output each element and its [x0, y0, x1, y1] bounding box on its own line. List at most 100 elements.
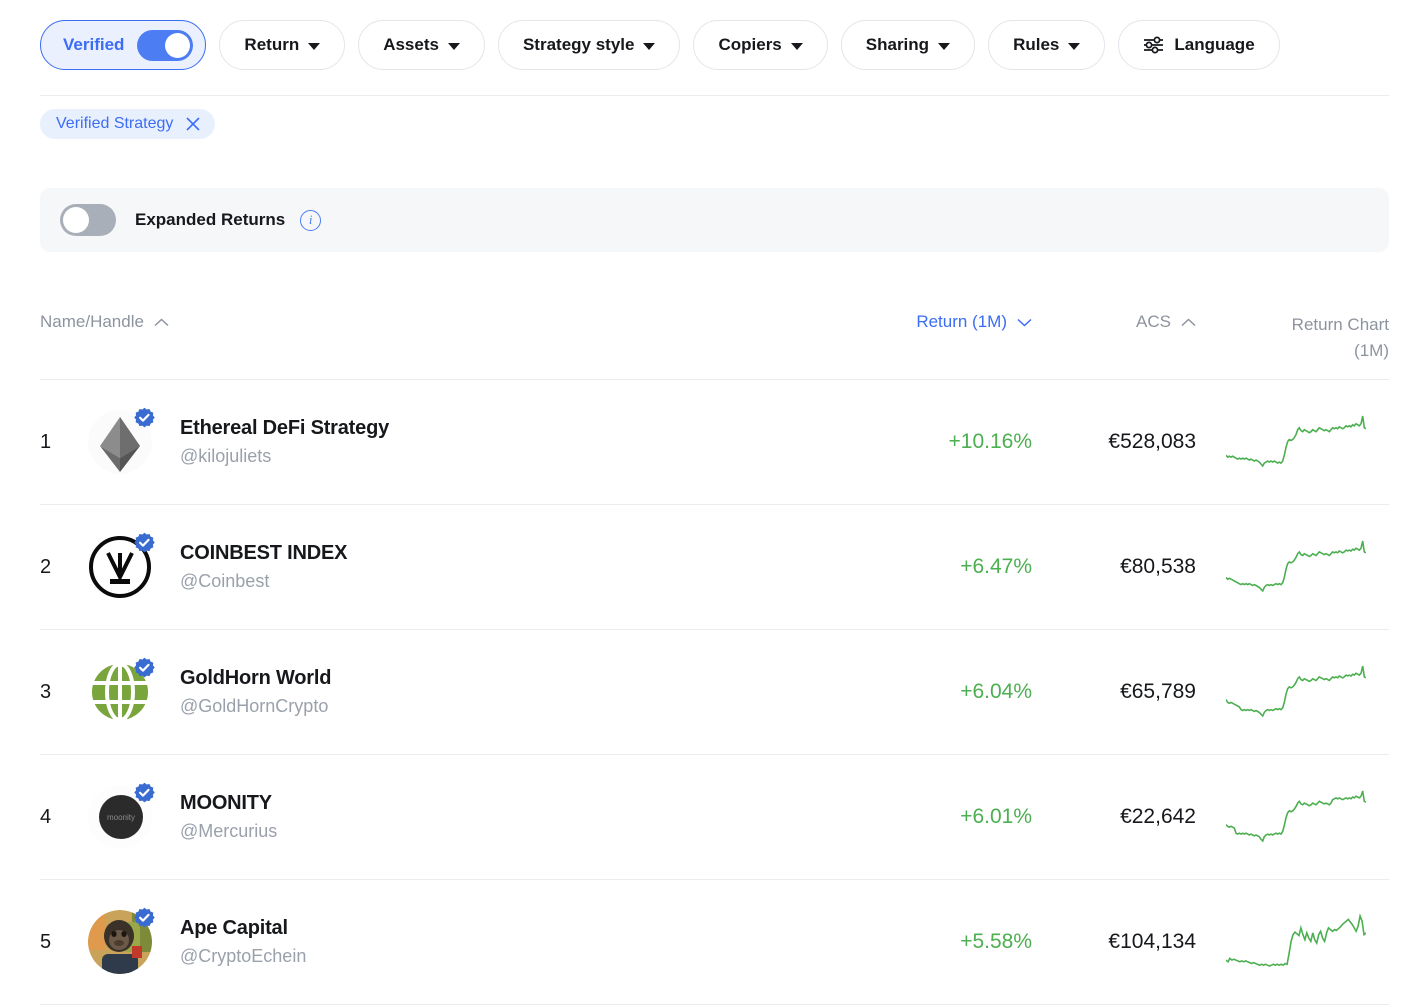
verified-badge-icon: [133, 407, 156, 430]
return-value: +10.16%: [816, 430, 1056, 454]
strategy-handle: @Mercurius: [180, 821, 816, 842]
return-sparkline-chart: [1226, 662, 1389, 722]
table-row[interactable]: 2 COINBEST INDEX @Coinbest+6.47%€80,538: [40, 505, 1389, 630]
filter-bar-divider: [40, 95, 1389, 96]
strategy-name: Ethereal DeFi Strategy: [180, 417, 816, 440]
filter-button-copiers-label: Copiers: [718, 35, 781, 55]
strategy-name-cell[interactable]: MOONITY@Mercurius: [180, 792, 816, 842]
language-button[interactable]: Language: [1118, 20, 1279, 70]
return-value: +5.58%: [816, 930, 1056, 954]
expanded-returns-label: Expanded Returns: [135, 210, 285, 230]
verified-badge-icon: [133, 657, 156, 680]
verified-badge-icon: [133, 782, 156, 805]
strategy-table: Name/Handle Return (1M) ACS Return Chart: [0, 290, 1427, 1005]
strategy-leaderboard-page: Verified Return Assets Strategy style Co…: [0, 0, 1427, 1000]
expanded-returns-bar: Expanded Returns i: [40, 188, 1389, 252]
chevron-down-icon: [448, 43, 460, 50]
verified-toggle-switch[interactable]: [137, 30, 193, 61]
filter-button-return[interactable]: Return: [219, 20, 345, 70]
return-sparkline-chart: [1226, 787, 1389, 847]
column-header-return-label: Return (1M): [916, 312, 1007, 332]
strategy-name-cell[interactable]: GoldHorn World @GoldHornCrypto: [180, 667, 816, 717]
filter-button-return-label: Return: [244, 35, 299, 55]
chevron-down-icon: [1068, 43, 1080, 50]
strategy-name-cell[interactable]: Ape Capital @CryptoEchein: [180, 917, 816, 967]
close-icon[interactable]: [186, 117, 200, 131]
acs-value: €22,642: [1056, 805, 1226, 829]
sort-desc-icon: [1017, 318, 1032, 327]
strategy-name-cell[interactable]: COINBEST INDEX @Coinbest: [180, 542, 816, 592]
avatar[interactable]: [88, 660, 152, 724]
acs-value: €80,538: [1056, 555, 1226, 579]
active-filters: Verified Strategy: [0, 76, 1427, 139]
table-row[interactable]: 4 moonity MOONITY@Mercurius+6.01%€22,642: [40, 755, 1389, 880]
acs-value: €528,083: [1056, 430, 1226, 454]
column-header-name-handle-label: Name/Handle: [40, 312, 144, 332]
return-value: +6.04%: [816, 680, 1056, 704]
avatar[interactable]: moonity: [88, 785, 152, 849]
language-button-label: Language: [1174, 35, 1254, 55]
column-header-return-chart-line1: Return Chart: [1226, 312, 1389, 338]
return-sparkline-chart: [1226, 537, 1389, 597]
chevron-down-icon: [791, 43, 803, 50]
filter-button-copiers[interactable]: Copiers: [693, 20, 827, 70]
table-row[interactable]: 5 Ape Capital @CryptoEchein+5.58%€104,134: [40, 880, 1389, 1005]
sliders-icon: [1143, 36, 1165, 54]
chevron-down-icon: [643, 43, 655, 50]
strategy-name: Ape Capital: [180, 917, 816, 940]
chevron-down-icon: [308, 43, 320, 50]
avatar[interactable]: [88, 910, 152, 974]
filter-button-sharing-label: Sharing: [866, 35, 929, 55]
active-filter-label: Verified Strategy: [56, 115, 173, 133]
row-rank: 1: [40, 431, 88, 454]
row-rank: 2: [40, 556, 88, 579]
filter-bar: Verified Return Assets Strategy style Co…: [0, 0, 1427, 76]
return-sparkline-chart: [1226, 912, 1389, 972]
filter-button-assets[interactable]: Assets: [358, 20, 485, 70]
strategy-name: GoldHorn World: [180, 667, 816, 690]
strategy-name-cell[interactable]: Ethereal DeFi Strategy @kilojuliets: [180, 417, 816, 467]
verified-badge-icon: [133, 532, 156, 555]
table-row[interactable]: 1 Ethereal DeFi Strategy @kilojuliets+10.1…: [40, 380, 1389, 505]
strategy-name: COINBEST INDEX: [180, 542, 816, 565]
filter-button-rules[interactable]: Rules: [988, 20, 1105, 70]
avatar[interactable]: [88, 410, 152, 474]
column-header-return[interactable]: Return (1M): [816, 312, 1056, 332]
column-header-return-chart: Return Chart (1M): [1226, 312, 1389, 364]
strategy-handle: @CryptoEchein: [180, 946, 816, 967]
filter-button-strategy-style[interactable]: Strategy style: [498, 20, 681, 70]
table-body: 1 Ethereal DeFi Strategy @kilojuliets+10.1…: [0, 380, 1427, 1005]
table-header-row: Name/Handle Return (1M) ACS Return Chart: [40, 290, 1389, 380]
acs-value: €65,789: [1056, 680, 1226, 704]
avatar[interactable]: [88, 535, 152, 599]
table-row[interactable]: 3 GoldHorn World @GoldHornCrypto+6.04%€65,…: [40, 630, 1389, 755]
active-filter-verified-strategy[interactable]: Verified Strategy: [40, 109, 215, 139]
column-header-acs[interactable]: ACS: [1056, 312, 1226, 332]
expanded-returns-toggle[interactable]: [60, 204, 116, 236]
sort-asc-icon: [1181, 318, 1196, 327]
column-header-return-chart-line2: (1M): [1226, 338, 1389, 364]
strategy-handle: @Coinbest: [180, 571, 816, 592]
verified-filter-toggle[interactable]: Verified: [40, 20, 206, 70]
filter-button-assets-label: Assets: [383, 35, 439, 55]
filter-button-rules-label: Rules: [1013, 35, 1059, 55]
row-rank: 5: [40, 931, 88, 954]
row-rank: 4: [40, 806, 88, 829]
filter-button-sharing[interactable]: Sharing: [841, 20, 975, 70]
row-rank: 3: [40, 681, 88, 704]
sort-asc-icon: [154, 318, 169, 327]
verified-badge-icon: [133, 907, 156, 930]
info-icon[interactable]: i: [300, 210, 321, 231]
filter-button-strategy-style-label: Strategy style: [523, 35, 635, 55]
acs-value: €104,134: [1056, 930, 1226, 954]
column-header-acs-label: ACS: [1136, 312, 1171, 332]
return-value: +6.47%: [816, 555, 1056, 579]
strategy-handle: @GoldHornCrypto: [180, 696, 816, 717]
verified-filter-label: Verified: [63, 35, 124, 55]
column-header-name-handle[interactable]: Name/Handle: [40, 312, 816, 332]
svg-text:moonity: moonity: [107, 813, 135, 822]
strategy-handle: @kilojuliets: [180, 446, 816, 467]
return-sparkline-chart: [1226, 412, 1389, 472]
chevron-down-icon: [938, 43, 950, 50]
return-value: +6.01%: [816, 805, 1056, 829]
